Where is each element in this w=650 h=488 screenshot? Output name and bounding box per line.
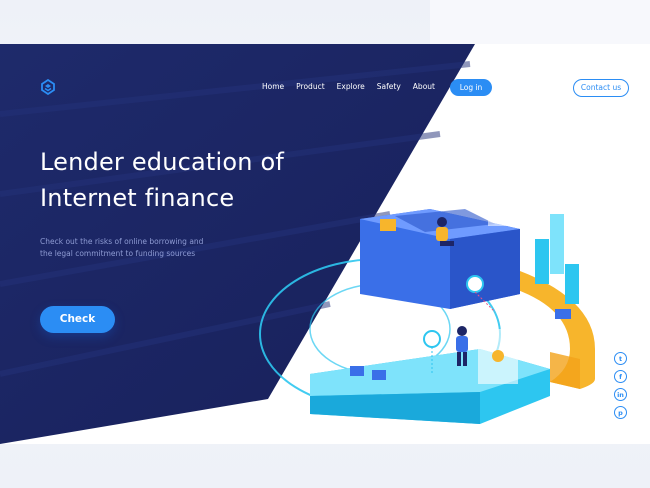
subtitle-line-1: Check out the risks of online borrowing … [40,237,204,246]
brand-logo-icon[interactable] [40,79,56,95]
page-stage: Home Product Explore Safety About Log in… [0,0,650,488]
pinterest-icon[interactable]: p [614,406,627,419]
nav-explore-link[interactable]: Explore [337,82,365,91]
landing-card: Home Product Explore Safety About Log in… [0,44,650,444]
facebook-icon[interactable]: f [614,370,627,383]
nav-about-link[interactable]: About [413,82,435,91]
check-button[interactable]: Check [40,306,115,333]
twitter-icon[interactable]: t [614,352,627,365]
finance-illustration [259,194,595,424]
login-button[interactable]: Log in [450,79,492,96]
nav-home-link[interactable]: Home [262,82,284,91]
top-navigation: Home Product Explore Safety About [262,82,447,91]
subtitle-line-2: the legal commitment to funding sources [40,249,196,258]
linkedin-icon[interactable]: in [614,388,627,401]
nav-safety-link[interactable]: Safety [377,82,401,91]
background-decoration [430,0,650,44]
contact-us-button[interactable]: Contact us [573,79,629,97]
hero-subtitle: Check out the risks of online borrowing … [40,236,260,260]
nav-product-link[interactable]: Product [296,82,324,91]
